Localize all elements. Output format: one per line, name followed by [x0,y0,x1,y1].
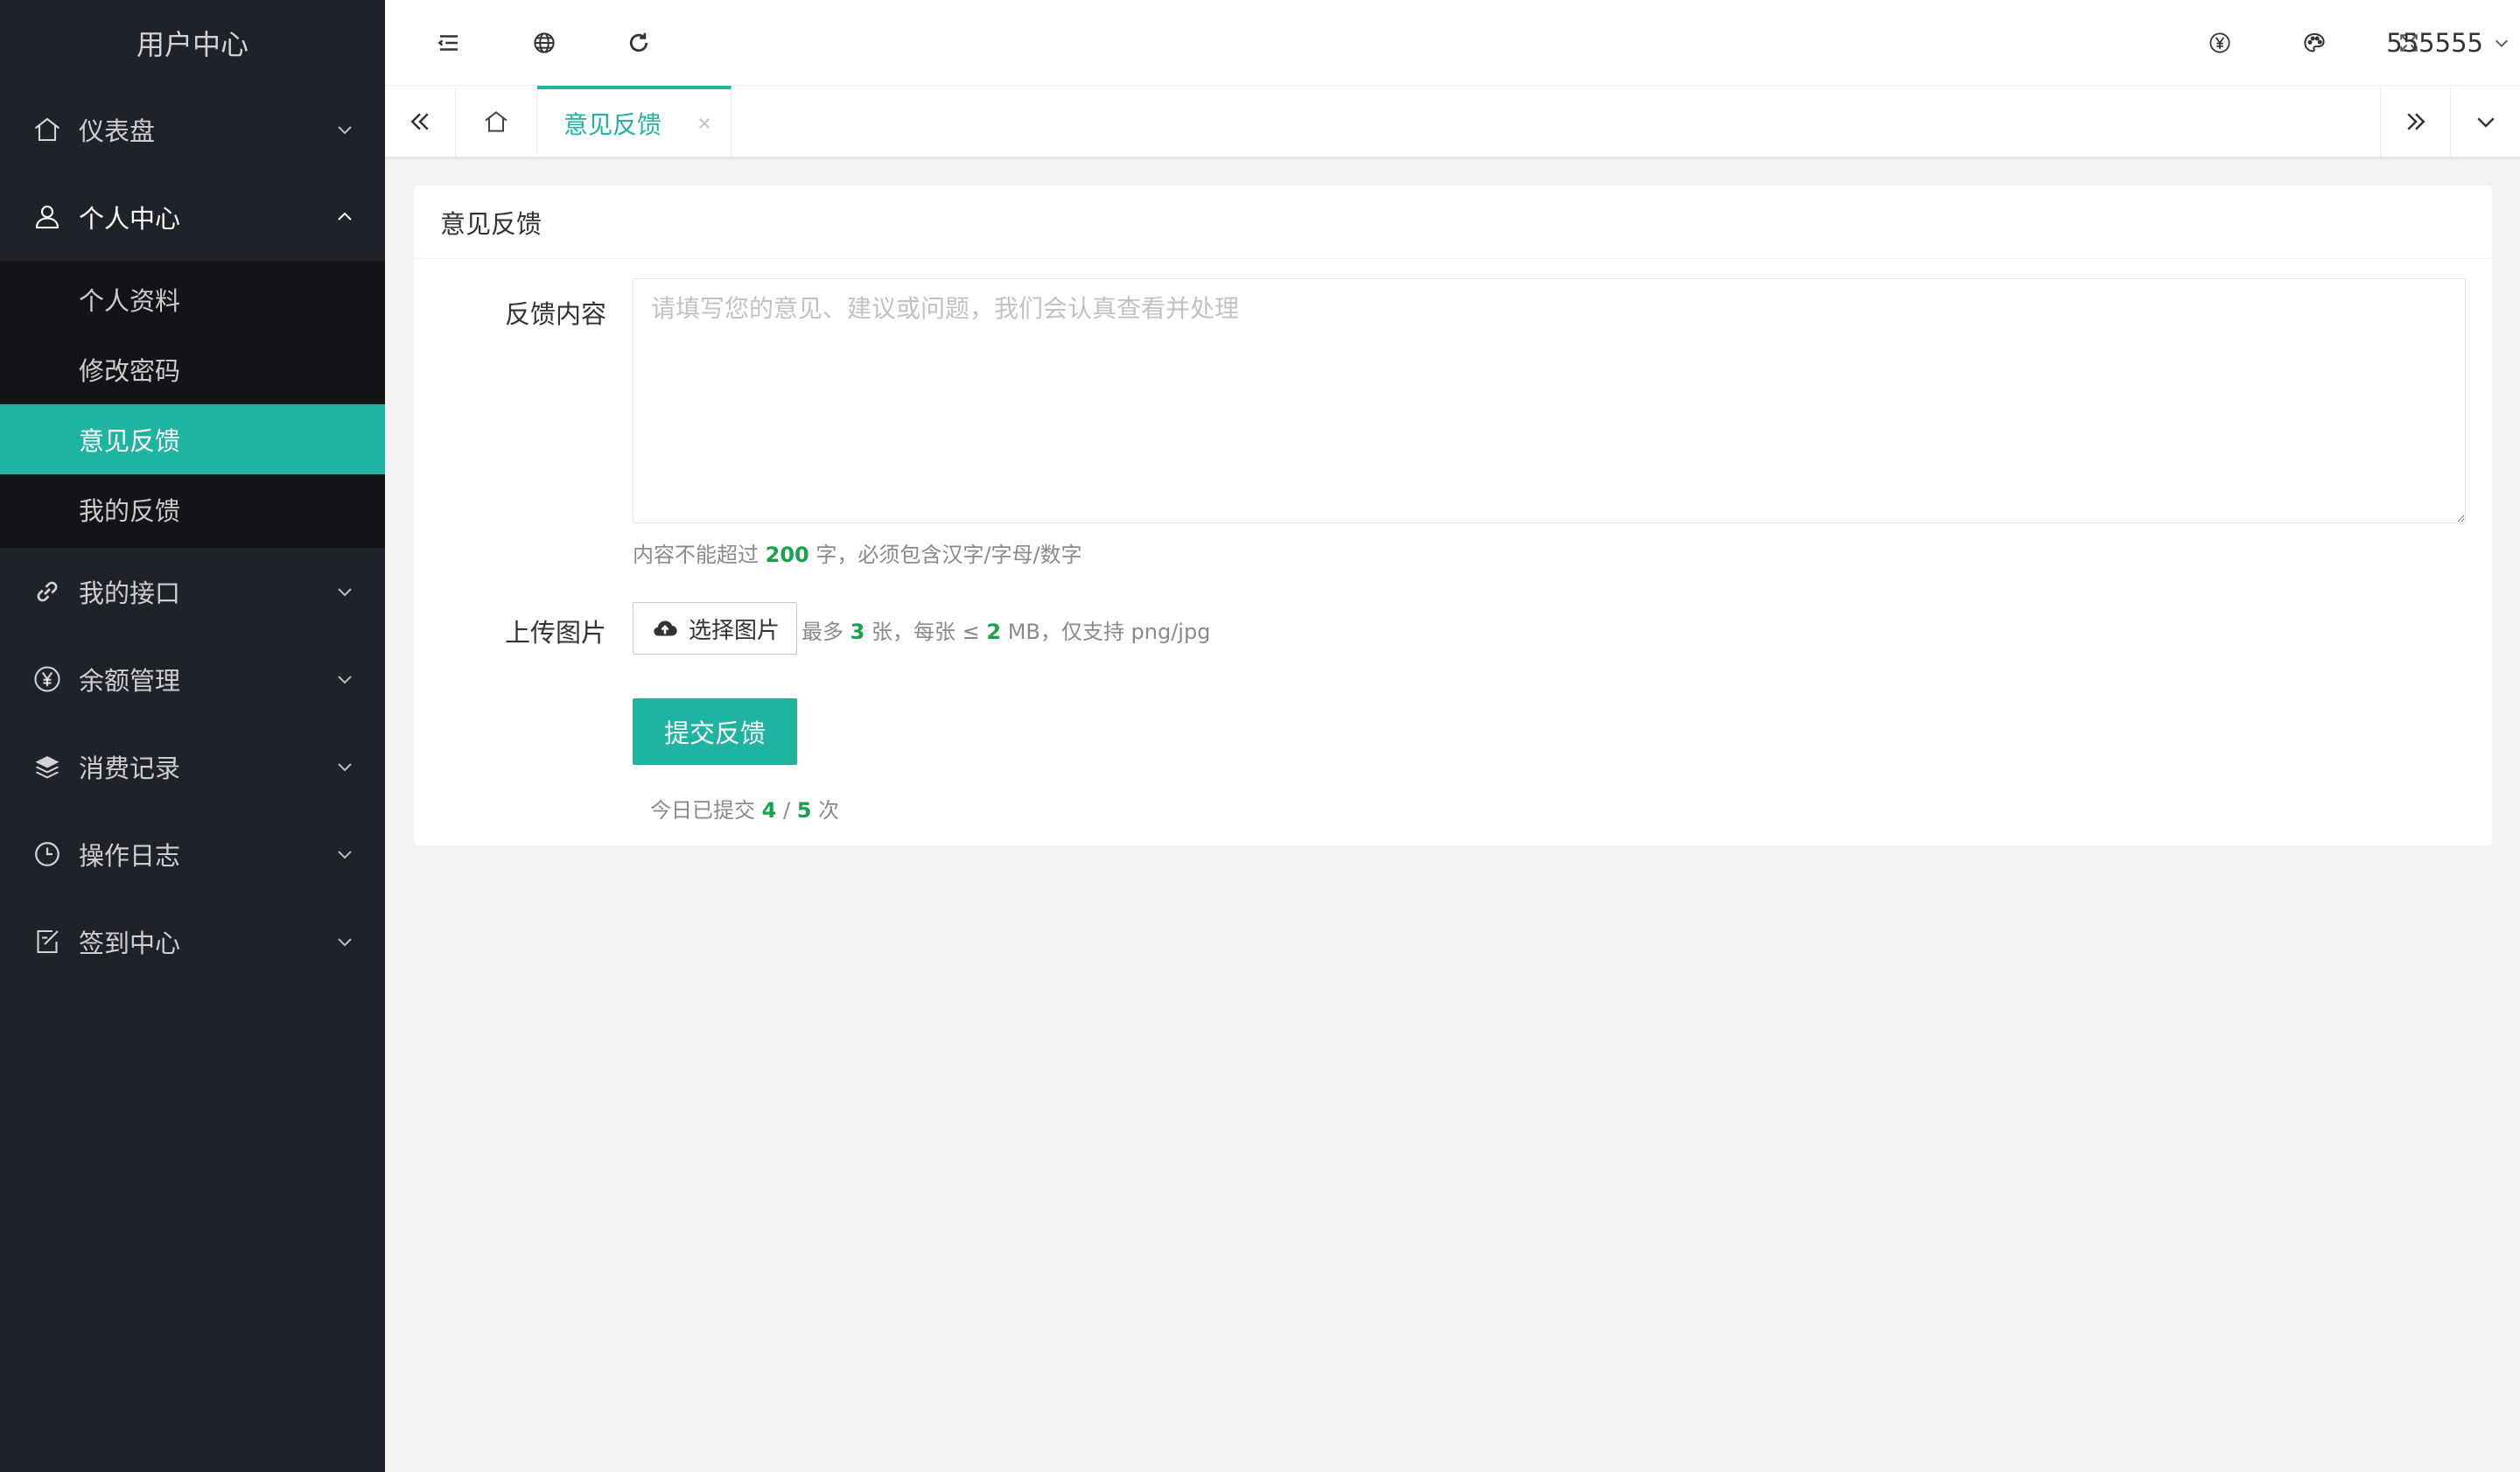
recharge-button[interactable] [2198,21,2242,65]
feedback-content-textarea[interactable] [633,278,2466,523]
upload-hint-part2: 张，每张 ≤ [871,620,980,644]
sidebar-item-checkin[interactable]: 签到中心 [0,898,385,985]
choose-image-label: 选择图片 [688,617,780,644]
sidebar-subitem-profile[interactable]: 个人资料 [0,264,385,334]
sidebar: 用户中心 仪表盘 个人中心 个人资料 修改密码 意见反馈 我的反馈 我的接口 余… [0,0,385,1472]
sidebar-item-label: 操作日志 [79,841,181,871]
today-suffix: 次 [818,798,840,823]
username: 555555 [2386,28,2483,58]
close-icon[interactable] [696,116,712,131]
sidebar-item-consumption[interactable]: 消费记录 [0,723,385,810]
sidebar-subitem-feedback[interactable]: 意见反馈 [0,404,385,474]
today-submit-count: 今日已提交 4 / 5 次 [650,793,839,824]
chevron-down-icon [338,851,352,859]
sidebar-item-my-api[interactable]: 我的接口 [0,548,385,635]
content-hint-suffix: 字，必须包含汉字/字母/数字 [816,543,1082,567]
sidebar-item-balance[interactable]: 余额管理 [0,635,385,723]
cloud-upload-icon [654,620,677,636]
choose-image-button[interactable]: 选择图片 [633,602,797,655]
today-prefix: 今日已提交 [650,798,755,823]
top-header: 555555 [385,0,2520,86]
tabs-scroll-left-button[interactable] [385,86,455,157]
upload-max-size: 2 [986,620,1002,644]
card-title: 意见反馈 [414,186,2492,259]
globe-icon [534,32,555,53]
layers-icon [35,756,60,779]
sidebar-item-label: 个人中心 [79,204,181,234]
user-menu[interactable]: 555555 [2386,21,2511,65]
sidebar-item-label: 余额管理 [79,666,181,696]
yen-circle-icon [34,666,60,692]
sidebar-logo-title: 用户中心 [136,28,248,61]
upload-hint: 最多 3 张，每张 ≤ 2 MB，仅支持 png/jpg [802,614,1210,645]
chevron-down-icon [2476,116,2495,128]
upload-max-count: 3 [850,620,865,644]
chevron-down-icon [338,126,352,135]
content-max-length: 200 [765,543,809,567]
link-icon [37,581,58,602]
theme-button[interactable] [2292,21,2336,65]
user-icon [35,205,60,229]
sidebar-submenu-personal-center: 个人资料 修改密码 意见反馈 我的反馈 [0,261,385,548]
refresh-button[interactable] [617,21,661,65]
sidebar-item-operation-log[interactable]: 操作日志 [0,810,385,898]
tabs-dropdown-button[interactable] [2450,86,2520,157]
feedback-card: 意见反馈 反馈内容 内容不能超过 200 字，必须包含汉字/字母/数字 上传图片… [414,186,2492,845]
sidebar-item-label: 消费记录 [79,754,181,783]
chevron-down-icon [338,588,352,597]
menu-collapse-icon [438,35,458,51]
sidebar-item-dashboard[interactable]: 仪表盘 [0,86,385,173]
content-hint: 内容不能超过 200 字，必须包含汉字/字母/数字 [633,537,1082,568]
chevron-down-icon [2495,39,2509,47]
today-separator: / [782,798,791,823]
sidebar-item-label: 我的接口 [79,578,181,608]
sidebar-item-label: 仪表盘 [79,116,156,146]
site-home-button[interactable] [522,21,566,65]
menu-collapse-button[interactable] [427,21,471,65]
today-count: 4 [761,798,777,823]
double-chevron-right-icon [2406,112,2426,130]
clock-icon [35,842,60,866]
sidebar-item-personal-center[interactable]: 个人中心 [0,173,385,261]
refresh-icon [629,32,648,53]
chevron-down-icon [338,763,352,772]
page-tabs-bar: 意见反馈 [385,86,2520,158]
content-label: 反馈内容 [504,299,606,329]
chevron-down-icon [338,938,352,947]
upload-label: 上传图片 [504,618,606,648]
tab-label: 意见反馈 [564,109,662,139]
today-limit: 5 [796,798,812,823]
sidebar-item-label: 签到中心 [79,929,181,958]
chevron-up-icon [338,212,352,221]
upload-hint-part3: MB，仅支持 png/jpg [1007,620,1211,644]
double-chevron-left-icon [410,112,429,130]
tab-home[interactable] [455,86,537,157]
submit-feedback-button[interactable]: 提交反馈 [633,698,797,765]
home-icon [34,117,60,142]
content-hint-prefix: 内容不能超过 [633,543,759,567]
chevron-down-icon [338,676,352,684]
tabs-scroll-right-button[interactable] [2380,86,2450,157]
tab-feedback[interactable]: 意见反馈 [537,86,732,157]
home-icon [485,110,508,132]
yen-circle-icon [2209,32,2230,53]
checkin-edit-icon [37,929,59,954]
sidebar-subitem-change-password[interactable]: 修改密码 [0,334,385,404]
upload-hint-part1: 最多 [802,620,844,644]
sidebar-subitem-my-feedback[interactable]: 我的反馈 [0,474,385,544]
palette-icon [2304,32,2325,53]
